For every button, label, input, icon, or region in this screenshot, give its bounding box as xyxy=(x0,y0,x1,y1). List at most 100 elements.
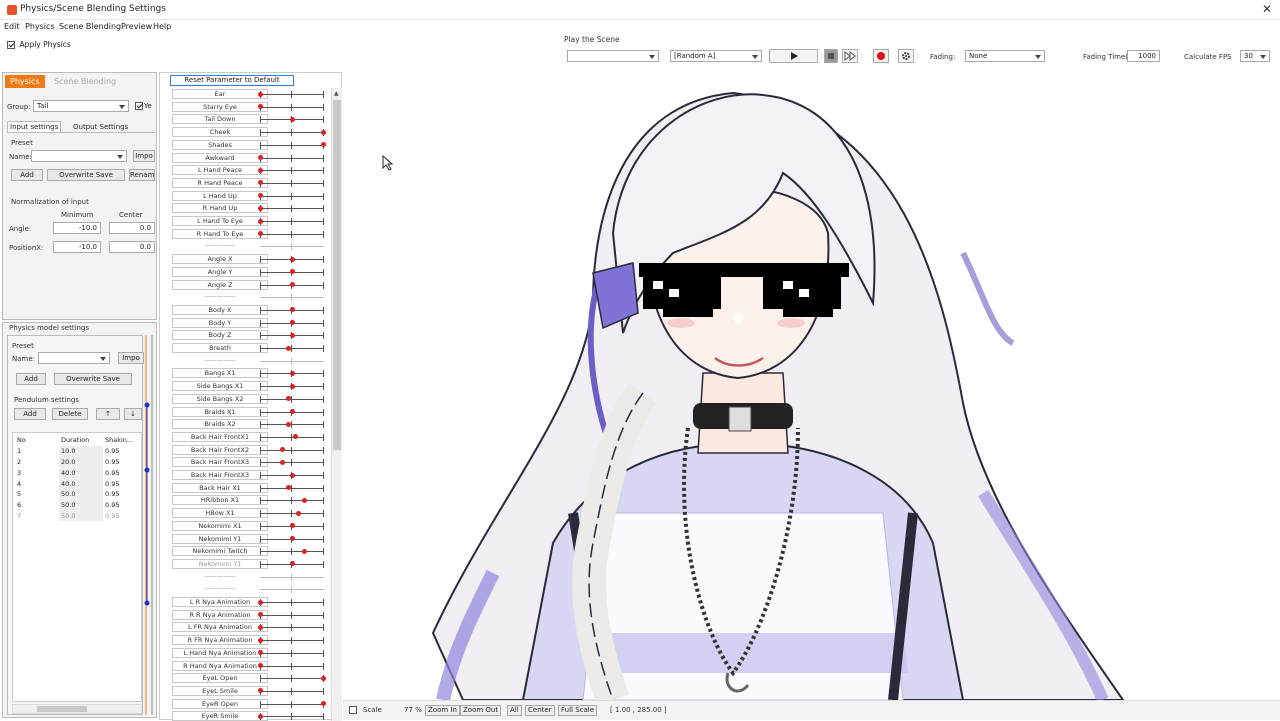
pendulum-up-button[interactable]: ↑ xyxy=(96,408,120,420)
table-row[interactable]: 6 50.0 0.95 xyxy=(15,499,141,511)
pm-import-button[interactable]: Impo xyxy=(118,352,144,364)
parameter-slider-knob[interactable] xyxy=(258,713,263,719)
pendulum-hscrollbar[interactable] xyxy=(12,704,142,714)
tab-input-settings[interactable]: Input settings xyxy=(7,121,62,133)
close-icon[interactable]: ✕ xyxy=(1262,2,1272,16)
norm-angle-center-input[interactable]: 0.0 xyxy=(109,222,155,234)
parameter-slider[interactable] xyxy=(258,637,324,645)
parameter-slider[interactable] xyxy=(260,256,324,264)
parameter-slider[interactable] xyxy=(258,624,324,632)
parameter-slider-knob[interactable] xyxy=(289,409,295,414)
apply-physics-toggle[interactable]: Apply Physics xyxy=(7,40,71,49)
parameter-slider[interactable] xyxy=(260,433,324,441)
fading-select[interactable]: None xyxy=(965,50,1045,62)
parameter-slider-knob[interactable] xyxy=(321,675,326,681)
menu-scene-blending[interactable]: Scene Blending xyxy=(59,22,121,31)
parameter-slider[interactable] xyxy=(258,192,324,200)
parameter-slider-knob[interactable] xyxy=(289,383,295,389)
parameter-slider-knob[interactable] xyxy=(302,497,308,503)
parameter-slider-knob[interactable] xyxy=(302,548,308,554)
preset-add-button[interactable]: Add xyxy=(11,169,43,181)
scroll-up-icon[interactable]: ▲ xyxy=(334,90,339,97)
parameter-slider-knob[interactable] xyxy=(321,142,326,148)
parameter-slider[interactable] xyxy=(260,497,324,505)
menu-preview[interactable]: Preview xyxy=(121,22,152,31)
parameter-slider[interactable] xyxy=(260,472,324,479)
parameter-slider-knob[interactable] xyxy=(321,129,326,135)
parameter-slider[interactable] xyxy=(258,154,324,162)
parameter-slider-knob[interactable] xyxy=(289,116,295,122)
parameter-slider[interactable] xyxy=(260,345,324,352)
parameter-slider[interactable] xyxy=(260,484,324,492)
parameter-slider-knob[interactable] xyxy=(289,561,295,567)
norm-position-min-input[interactable]: -10.0 xyxy=(53,241,101,253)
preset-name-select[interactable] xyxy=(31,150,127,162)
play-button[interactable] xyxy=(769,49,818,63)
parameter-slider[interactable] xyxy=(260,675,326,683)
parameter-slider-knob[interactable] xyxy=(289,320,295,326)
parameter-slider[interactable] xyxy=(258,713,324,721)
parameter-slider[interactable] xyxy=(260,332,324,340)
parameter-slider-knob[interactable] xyxy=(280,447,286,453)
parameter-slider-knob[interactable] xyxy=(289,307,295,313)
tab-physics[interactable]: Physics xyxy=(5,75,45,88)
parameter-slider[interactable] xyxy=(258,167,324,175)
parameter-slider[interactable] xyxy=(258,205,324,213)
norm-position-center-input[interactable]: 0.0 xyxy=(109,241,155,253)
apply-physics-checkbox[interactable] xyxy=(7,40,15,49)
parameter-slider[interactable] xyxy=(260,586,324,594)
pendulum-graph[interactable] xyxy=(144,335,156,715)
center-button[interactable]: Center xyxy=(525,705,555,716)
table-row[interactable]: 5 50.0 0.95 xyxy=(15,488,141,500)
parameter-slider[interactable] xyxy=(260,268,324,276)
parameter-slider[interactable] xyxy=(260,459,324,467)
parameter-slider-knob[interactable] xyxy=(289,472,295,478)
preset-overwrite-button[interactable]: Overwrite Save xyxy=(47,169,125,181)
menu-help[interactable]: Help xyxy=(153,22,171,31)
zoom-all-button[interactable]: All xyxy=(507,705,522,716)
mode-select[interactable]: [Random A] xyxy=(670,50,762,62)
parameter-slider-knob[interactable] xyxy=(258,624,263,630)
pendulum-hscroll-thumb[interactable] xyxy=(37,706,87,712)
parameter-slider-knob[interactable] xyxy=(280,459,286,465)
parameter-slider-knob[interactable] xyxy=(258,218,263,224)
parameter-slider[interactable] xyxy=(260,421,324,429)
fps-select[interactable]: 30 xyxy=(1240,50,1270,62)
parameter-slider-knob[interactable] xyxy=(289,269,295,275)
fast-forward-button[interactable] xyxy=(842,49,858,63)
settings-button[interactable] xyxy=(898,49,914,63)
pendulum-add-button[interactable]: Add xyxy=(14,408,46,420)
parameter-slider-knob[interactable] xyxy=(289,536,295,541)
table-row[interactable]: 7 50.0 0.95 xyxy=(15,510,141,522)
parameter-slider-knob[interactable] xyxy=(258,167,263,173)
parameter-slider[interactable] xyxy=(260,319,324,327)
parameter-slider[interactable] xyxy=(260,548,324,556)
parameter-slider[interactable] xyxy=(260,573,324,581)
parameter-slider[interactable] xyxy=(258,218,324,225)
pm-overwrite-button[interactable]: Overwrite Save xyxy=(54,373,132,385)
full-scale-button[interactable]: Full Scale xyxy=(558,705,598,716)
reset-parameters-button[interactable]: Reset Parameter to Default xyxy=(170,75,294,86)
parameter-slider[interactable] xyxy=(260,535,324,543)
pendulum-down-button[interactable]: ↓ xyxy=(124,408,142,420)
parameter-slider-knob[interactable] xyxy=(295,510,301,516)
pendulum-delete-button[interactable]: Delete xyxy=(52,408,88,420)
parameter-slider[interactable] xyxy=(258,91,324,98)
zoom-in-button[interactable]: Zoom In xyxy=(425,705,460,716)
preset-rename-button[interactable]: Renam xyxy=(129,169,155,181)
parameter-slider[interactable] xyxy=(260,510,324,518)
pm-add-button[interactable]: Add xyxy=(16,373,46,385)
parameter-slider[interactable] xyxy=(260,560,324,568)
parameter-slider[interactable] xyxy=(258,230,324,238)
group-checkbox[interactable] xyxy=(135,101,143,110)
parameter-slider-knob[interactable] xyxy=(289,523,295,529)
parameter-slider-knob[interactable] xyxy=(289,282,295,287)
parameter-slider-knob[interactable] xyxy=(258,663,263,668)
parameter-slider-knob[interactable] xyxy=(292,434,298,440)
parameter-slider[interactable] xyxy=(260,116,324,124)
parameter-slider[interactable] xyxy=(258,179,324,187)
parameter-slider-knob[interactable] xyxy=(289,370,295,376)
parameter-slider-knob[interactable] xyxy=(258,637,263,643)
parameter-slider[interactable] xyxy=(260,383,324,391)
table-row[interactable]: 1 10.0 0.95 xyxy=(15,445,141,457)
